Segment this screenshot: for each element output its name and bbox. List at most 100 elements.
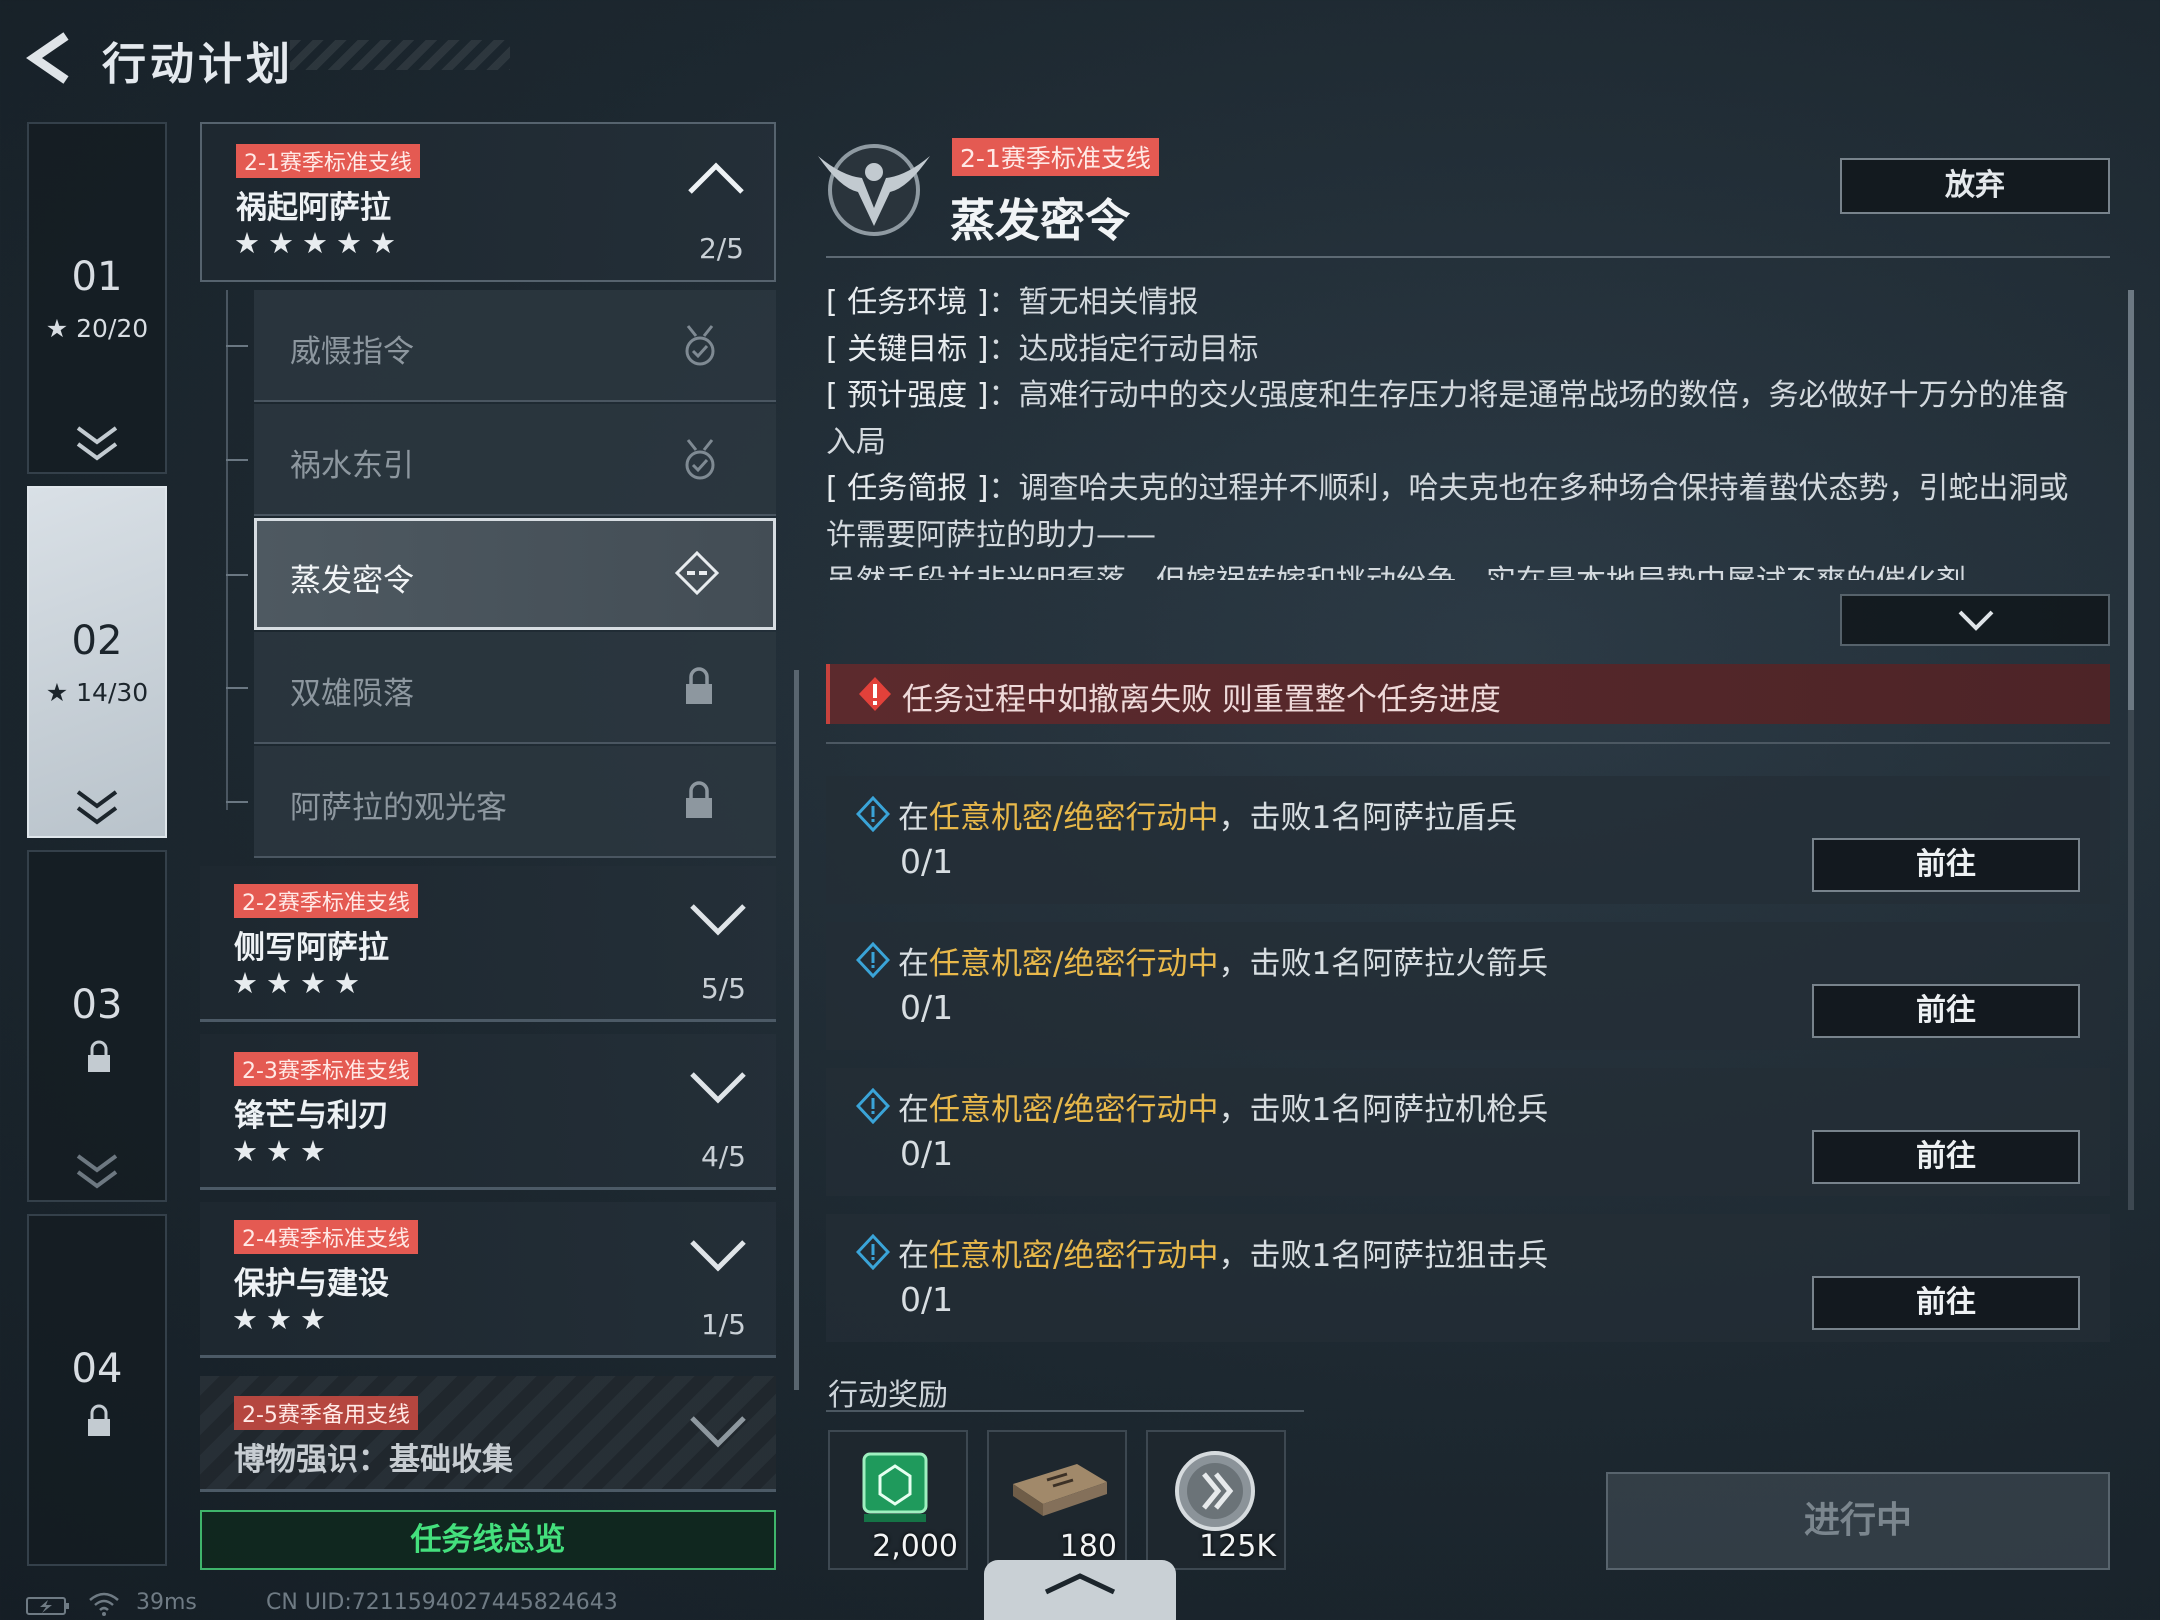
quest-progress: 4/5	[700, 1140, 746, 1173]
objective-prefix: 在	[898, 1238, 929, 1274]
chevron-down-icon	[690, 1072, 746, 1104]
objective-highlight: 任意机密/绝密行动中	[929, 1092, 1219, 1128]
objective-suffix: ，击败1名阿萨拉盾兵	[1218, 800, 1518, 836]
objective-highlight: 任意机密/绝密行动中	[929, 800, 1219, 836]
back-button[interactable]	[22, 28, 82, 88]
list-scrollbar[interactable]	[794, 670, 799, 1390]
chevron-down-icon	[76, 1154, 118, 1189]
chapter-04[interactable]: 04	[27, 1214, 167, 1566]
tree-tick	[226, 687, 248, 689]
chapter-02[interactable]: 02 ★ 14/30	[27, 486, 167, 838]
chapter-star-count: 20/20	[76, 314, 149, 343]
objective-item: 在任意机密/绝密行动中，击败1名阿萨拉火箭兵 0/1 前往	[826, 922, 2110, 1050]
expand-info-button[interactable]	[1840, 594, 2110, 646]
quest-card-2-5[interactable]: 2-5赛季备用支线 博物强识：基础收集	[200, 1376, 776, 1492]
reward-item[interactable]: 180	[987, 1430, 1127, 1570]
wifi-icon	[89, 1592, 119, 1616]
go-button[interactable]: 前往	[1812, 984, 2080, 1038]
objective-text: 在任意机密/绝密行动中，击败1名阿萨拉盾兵	[898, 792, 1517, 837]
sub-quest-item[interactable]: 阿萨拉的观光客	[226, 746, 776, 858]
objective-progress: 0/1	[900, 1280, 954, 1319]
sub-quest-item[interactable]: 祸水东引	[226, 404, 776, 516]
green-ticket-icon	[862, 1452, 928, 1522]
go-button[interactable]: 前往	[1812, 1130, 2080, 1184]
chapter-01[interactable]: 01 ★ 20/20	[27, 122, 167, 474]
tree-tick	[226, 574, 248, 576]
quest-card-2-2[interactable]: 2-2赛季标准支线 侧写阿萨拉 ★★★★ 5/5	[200, 866, 776, 1022]
quest-stars: ★★★★	[232, 966, 368, 1000]
chevron-down-icon	[1958, 610, 1994, 631]
info-value: 达成指定行动目标	[1018, 331, 1259, 367]
bottom-drawer-handle[interactable]	[984, 1560, 1176, 1620]
sub-quest-item-selected[interactable]: 蒸发密令	[226, 518, 776, 630]
detail-quest-title: 蒸发密令	[950, 194, 1131, 247]
info-key: [ 任务环境 ]	[826, 285, 989, 320]
quest-stars: ★★★★★	[234, 226, 404, 260]
sub-quest-label: 蒸发密令	[290, 563, 414, 599]
chapter-number: 04	[71, 1346, 123, 1392]
sub-quest-item[interactable]: 威慑指令	[226, 290, 776, 402]
silver-coin-icon	[1175, 1451, 1255, 1531]
info-brief-more: 虽然手段并非光明磊落，但嫁祸转嫁和挑动纷争，实在是本地局势中屡试不爽的催化剂……	[826, 559, 2096, 580]
latency-text: 39ms	[136, 1590, 197, 1615]
sub-quest-item[interactable]: 双雄陨落	[226, 632, 776, 744]
divider	[826, 742, 2110, 744]
uid-text: CN UID:7211594027445824643	[266, 1590, 618, 1615]
back-arrow-icon	[26, 32, 69, 84]
quest-name: 保护与建设	[234, 1266, 389, 1302]
battery-charging-icon	[26, 1597, 69, 1615]
chevron-down-icon	[76, 426, 118, 461]
quest-progress: 1/5	[700, 1308, 746, 1341]
quest-stars: ★★★	[232, 1302, 334, 1336]
tree-tick	[226, 459, 248, 461]
chapter-03[interactable]: 03	[27, 850, 167, 1202]
quest-tag: 2-1赛季标准支线	[236, 144, 420, 178]
completed-medal-icon	[685, 325, 715, 366]
reward-item[interactable]: 125K	[1146, 1430, 1286, 1570]
reward-count: 2,000	[872, 1529, 958, 1564]
chapter-stars: ★ 14/30	[45, 678, 149, 707]
in-progress-diamond-icon	[675, 551, 719, 595]
abandon-button[interactable]: 放弃	[1840, 158, 2110, 214]
mission-info: [ 任务环境 ]：暂无相关情报 [ 关键目标 ]：达成指定行动目标 [ 预计强度…	[826, 280, 2096, 580]
objective-progress: 0/1	[900, 1134, 954, 1173]
quest-stars: ★★★	[232, 1134, 334, 1168]
objective-item: 在任意机密/绝密行动中，击败1名阿萨拉狙击兵 0/1 前往	[826, 1214, 2110, 1342]
quest-tag: 2-4赛季标准支线	[234, 1220, 418, 1254]
quest-name: 博物强识：基础收集	[234, 1442, 513, 1478]
objective-diamond-icon	[856, 1234, 890, 1270]
objective-suffix: ，击败1名阿萨拉狙击兵	[1218, 1238, 1549, 1274]
detail-scrollbar-thumb[interactable]	[2128, 290, 2134, 710]
objective-item: 在任意机密/绝密行动中，击败1名阿萨拉机枪兵 0/1 前往	[826, 1068, 2110, 1196]
sub-quest-label: 阿萨拉的观光客	[290, 790, 507, 826]
go-button[interactable]: 前往	[1812, 838, 2080, 892]
warning-icon	[859, 677, 891, 711]
chapter-number: 01	[71, 254, 123, 300]
detail-quest-tag: 2-1赛季标准支线	[952, 138, 1159, 176]
sub-quest-label: 威慑指令	[290, 334, 414, 370]
go-button[interactable]: 前往	[1812, 1276, 2080, 1330]
chevron-down-icon	[76, 790, 118, 825]
info-key: [ 预计强度 ]	[826, 378, 989, 413]
quest-overview-button[interactable]: 任务线总览	[200, 1510, 776, 1570]
sub-quest-label: 双雄陨落	[290, 676, 414, 712]
in-progress-status-button: 进行中	[1606, 1472, 2110, 1570]
objective-text: 在任意机密/绝密行动中，击败1名阿萨拉机枪兵	[898, 1084, 1548, 1129]
tree-connector	[226, 290, 228, 810]
objective-prefix: 在	[898, 1092, 929, 1128]
info-key: [ 关键目标 ]	[826, 331, 989, 367]
chevron-down-icon	[690, 1240, 746, 1272]
info-brief: [ 任务简报 ]：调查哈夫克的过程并不顺利，哈夫克也在多种场合保持着蛰伏态势，引…	[826, 471, 2069, 553]
divider	[826, 256, 2110, 258]
objective-item: 在任意机密/绝密行动中，击败1名阿萨拉盾兵 0/1 前往	[826, 776, 2110, 904]
divider	[826, 1410, 1304, 1412]
quest-card-2-3[interactable]: 2-3赛季标准支线 锋芒与利刃 ★★★ 4/5	[200, 1034, 776, 1190]
eagle-emblem-icon	[818, 144, 930, 236]
title-decoration	[290, 40, 510, 70]
objective-diamond-icon	[856, 1088, 890, 1124]
quest-name: 祸起阿萨拉	[236, 190, 391, 226]
reward-item[interactable]: 2,000	[828, 1430, 968, 1570]
quest-tag: 2-2赛季标准支线	[234, 884, 418, 918]
quest-card-2-1[interactable]: 2-1赛季标准支线 祸起阿萨拉 ★★★★★ 2/5	[200, 122, 776, 282]
quest-card-2-4[interactable]: 2-4赛季标准支线 保护与建设 ★★★ 1/5	[200, 1202, 776, 1358]
